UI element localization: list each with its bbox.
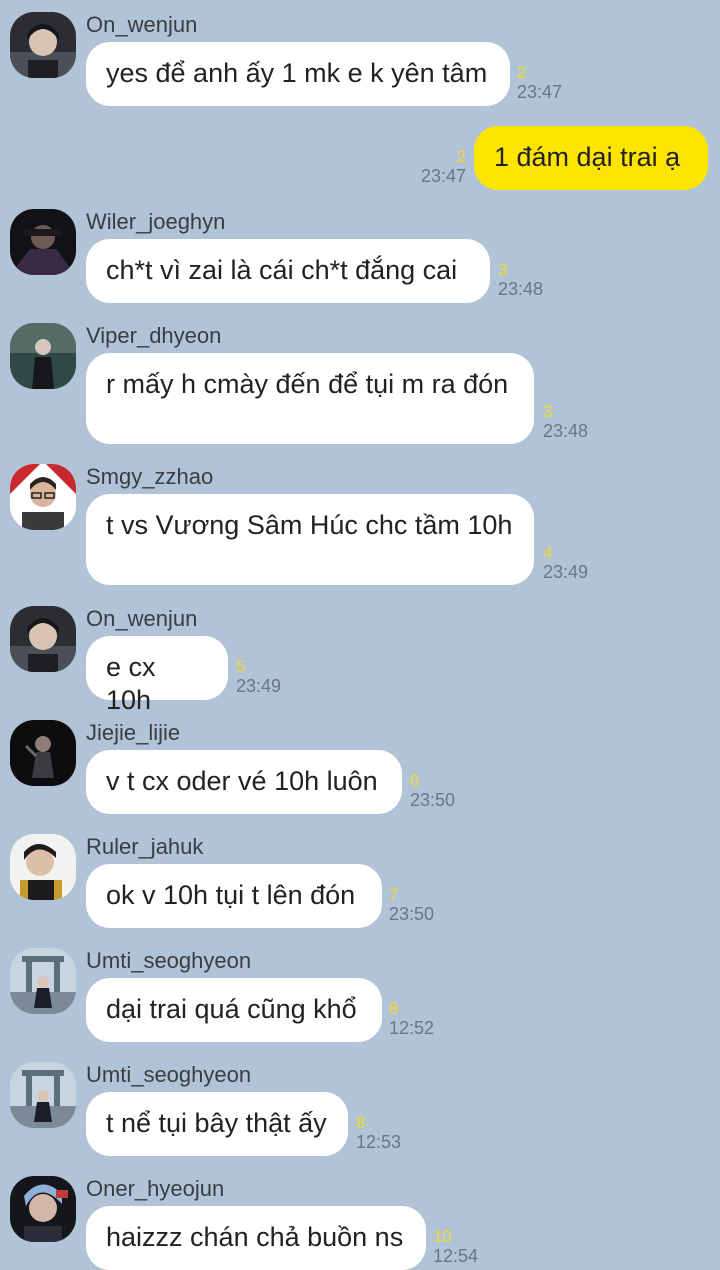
unread-count: 10 bbox=[433, 1227, 452, 1246]
unread-count: 7 bbox=[389, 885, 399, 904]
timestamp: 23:49 bbox=[236, 676, 282, 696]
timestamp: 23:48 bbox=[543, 421, 589, 441]
sender-name: Umti_seoghyeon bbox=[86, 1062, 252, 1087]
blue-hair-avatar[interactable] bbox=[10, 1176, 76, 1242]
dark-hair-avatar[interactable] bbox=[10, 606, 76, 672]
unread-count: 3 bbox=[498, 260, 508, 279]
suit-avatar[interactable] bbox=[10, 323, 76, 389]
dark-stage-avatar[interactable] bbox=[10, 720, 76, 786]
unread-count: 4 bbox=[543, 543, 553, 562]
sender-name: Jiejie_lijie bbox=[86, 720, 181, 745]
message-bubble[interactable]: ok v 10h tụi t lên đón bbox=[86, 864, 382, 928]
unread-count: 2 bbox=[517, 63, 527, 82]
timestamp: 23:50 bbox=[389, 904, 435, 924]
message-meta: 4 23:49 bbox=[543, 543, 589, 583]
message-bubble[interactable]: v t cx oder vé 10h luôn bbox=[86, 750, 402, 814]
sender-name: Wiler_joeghyn bbox=[86, 209, 226, 234]
own-message-bubble[interactable]: 1 đám dại trai ạ bbox=[474, 126, 708, 190]
sender-name: Umti_seoghyeon bbox=[86, 948, 252, 973]
message-bubble[interactable]: t vs Vương Sâm Húc chc tầm 10h bbox=[86, 494, 534, 585]
message-bubble[interactable]: haizzz chán chả buồn ns bbox=[86, 1206, 426, 1270]
sender-name: On_wenjun bbox=[86, 606, 198, 631]
message-bubble[interactable]: dại trai quá cũng khổ bbox=[86, 978, 382, 1042]
message-meta: 2 23:47 bbox=[410, 147, 466, 187]
unread-count: 5 bbox=[236, 657, 246, 676]
outdoor-avatar[interactable] bbox=[10, 948, 76, 1014]
unread-count: 8 bbox=[389, 999, 399, 1018]
message-meta: 7 23:50 bbox=[389, 885, 435, 925]
unread-count: 6 bbox=[410, 771, 420, 790]
message-meta: 6 23:50 bbox=[410, 771, 456, 811]
message-meta: 8 12:52 bbox=[389, 999, 435, 1039]
timestamp: 23:47 bbox=[420, 166, 466, 186]
message-meta: 8 12:53 bbox=[356, 1113, 402, 1153]
timestamp: 23:48 bbox=[498, 279, 544, 299]
message-meta: 3 23:48 bbox=[543, 402, 589, 442]
dark-hair-avatar[interactable] bbox=[10, 12, 76, 78]
message-bubble[interactable]: t nể tụi bây thật ấy bbox=[86, 1092, 348, 1156]
profile-avatar[interactable] bbox=[10, 834, 76, 900]
unread-count: 8 bbox=[356, 1113, 366, 1132]
message-meta: 3 23:48 bbox=[498, 260, 544, 300]
stage-avatar[interactable] bbox=[10, 209, 76, 275]
message-bubble[interactable]: r mấy h cmày đến để tụi m ra đón bbox=[86, 353, 534, 444]
sender-name: On_wenjun bbox=[86, 12, 198, 37]
message-meta: 2 23:47 bbox=[517, 63, 563, 103]
timestamp: 12:54 bbox=[433, 1246, 479, 1266]
message-bubble[interactable]: yes để anh ấy 1 mk e k yên tâm bbox=[86, 42, 510, 106]
timestamp: 23:50 bbox=[410, 790, 456, 810]
message-meta: 10 12:54 bbox=[433, 1227, 479, 1267]
message-meta: 5 23:49 bbox=[236, 657, 282, 697]
sender-name: Viper_dhyeon bbox=[86, 323, 222, 348]
unread-count: 3 bbox=[543, 402, 553, 421]
sender-name: Oner_hyeojun bbox=[86, 1176, 225, 1201]
timestamp: 23:47 bbox=[517, 82, 563, 102]
timestamp: 12:53 bbox=[356, 1132, 402, 1152]
outdoor-avatar[interactable] bbox=[10, 1062, 76, 1128]
message-bubble[interactable]: ch*t vì zai là cái ch*t đắng cai bbox=[86, 239, 490, 303]
timestamp: 12:52 bbox=[389, 1018, 435, 1038]
unread-count: 2 bbox=[456, 147, 466, 166]
sender-name: Smgy_zzhao bbox=[86, 464, 214, 489]
glasses-avatar[interactable] bbox=[10, 464, 76, 530]
message-bubble[interactable]: e cx 10h bbox=[86, 636, 228, 715]
sender-name: Ruler_jahuk bbox=[86, 834, 204, 859]
timestamp: 23:49 bbox=[543, 562, 589, 582]
